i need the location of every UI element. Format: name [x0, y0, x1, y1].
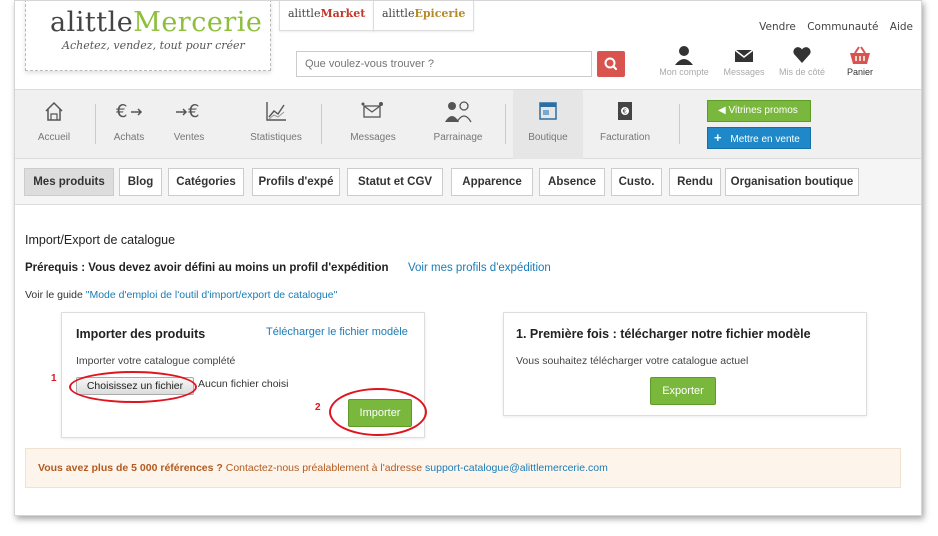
nav-parrainage[interactable]: Parrainage: [425, 90, 491, 160]
wishlist-button[interactable]: Mis de côté: [773, 45, 831, 77]
guide-line: Voir le guide "Mode d'emploi de l'outil …: [25, 289, 338, 301]
site-tab-market[interactable]: alittleMarket: [279, 1, 375, 31]
chart-icon: [266, 102, 286, 121]
support-email-link[interactable]: support-catalogue@alittlemercerie.com: [425, 462, 608, 474]
search-input[interactable]: [296, 51, 592, 77]
nav-ventes[interactable]: € Ventes: [167, 90, 211, 160]
annotation-number-2: 2: [315, 402, 321, 413]
subtab-custo[interactable]: Custo.: [611, 168, 662, 196]
svg-text:€: €: [116, 101, 127, 122]
nav-accueil[interactable]: Accueil: [29, 90, 79, 160]
import-box-text: Importer votre catalogue complété: [76, 355, 236, 367]
notice-text: Contactez-nous préalablement à l'adresse: [222, 462, 426, 474]
large-catalog-notice: Vous avez plus de 5 000 références ? Con…: [25, 448, 901, 488]
subtab-categories[interactable]: Catégories: [168, 168, 244, 196]
header: alittleMercerie Achetez, vendez, tout po…: [15, 1, 921, 89]
page-title: Import/Export de catalogue: [25, 233, 176, 247]
nav-divider: [95, 104, 96, 144]
link-aide[interactable]: Aide: [890, 21, 913, 33]
logo-slogan: Achetez, vendez, tout pour créer: [62, 39, 245, 52]
svg-text:€: €: [623, 108, 627, 116]
annotation-number-1: 1: [51, 373, 57, 384]
nav-facturation[interactable]: € Facturation: [593, 90, 657, 160]
messages-icon: [361, 102, 383, 118]
shop-subtabs: Mes produits Blog Catégories Profils d'e…: [15, 159, 921, 205]
subtab-profils-expe[interactable]: Profils d'expé: [252, 168, 340, 196]
referral-icon: [445, 101, 472, 123]
main-content: Import/Export de catalogue Prérequis : V…: [15, 206, 921, 515]
heart-icon: [793, 47, 811, 63]
subtab-absence[interactable]: Absence: [539, 168, 605, 196]
megaphone-icon: ◀: [718, 105, 726, 116]
guide-link[interactable]: "Mode d'emploi de l'outil d'import/expor…: [86, 289, 338, 301]
plus-icon: +: [714, 130, 722, 145]
notice-strong: Vous avez plus de 5 000 références ?: [38, 462, 223, 474]
export-box-title: 1. Première fois : télécharger notre fic…: [516, 327, 811, 341]
site-logo[interactable]: alittleMercerie Achetez, vendez, tout po…: [25, 1, 271, 71]
annotation-oval-1: [69, 371, 197, 403]
messages-button[interactable]: Messages: [715, 45, 773, 77]
shop-icon: [539, 102, 557, 120]
euro-in-icon: €: [176, 101, 199, 122]
subtab-rendu[interactable]: Rendu: [669, 168, 721, 196]
dashboard-nav: Accueil € Achats € Ventes Statistiques M…: [15, 89, 921, 160]
nav-boutique[interactable]: Boutique: [513, 90, 583, 160]
subtab-blog[interactable]: Blog: [119, 168, 162, 196]
export-button[interactable]: Exporter: [650, 377, 716, 405]
top-links: Vendre Communauté Aide: [751, 21, 913, 33]
annotation-oval-2: [329, 388, 427, 436]
subtab-mes-produits[interactable]: Mes produits: [24, 168, 114, 196]
shipping-profiles-link[interactable]: Voir mes profils d'expédition: [408, 262, 551, 274]
subtab-statut-cgv[interactable]: Statut et CGV: [347, 168, 443, 196]
user-icon: [675, 46, 693, 65]
euro-out-icon: €: [116, 101, 143, 122]
envelope-icon: [734, 49, 754, 62]
vitrines-promos-button[interactable]: ◀ Vitrines promos: [707, 100, 811, 122]
logo-main: Mercerie: [133, 7, 263, 38]
nav-divider: [321, 104, 322, 144]
subtab-organisation-boutique[interactable]: Organisation boutique: [725, 168, 859, 196]
site-tab-epicerie[interactable]: alittleEpicerie: [373, 1, 475, 31]
cart-button[interactable]: Panier: [831, 45, 889, 77]
home-icon: [45, 101, 63, 121]
search-icon: [604, 57, 618, 71]
account-button[interactable]: Mon compte: [655, 45, 713, 77]
subtab-apparence[interactable]: Apparence: [451, 168, 533, 196]
export-box-text: Vous souhaitez télécharger votre catalog…: [516, 355, 749, 367]
prerequisite-text: Prérequis : Vous devez avoir défini au m…: [25, 262, 389, 274]
svg-text:€: €: [188, 101, 199, 122]
import-box-title: Importer des produits: [76, 327, 206, 341]
search-button[interactable]: [597, 51, 625, 77]
nav-achats[interactable]: € Achats: [107, 90, 151, 160]
export-box: 1. Première fois : télécharger notre fic…: [503, 312, 867, 416]
download-template-link[interactable]: Télécharger le fichier modèle: [266, 326, 408, 338]
basket-icon: [850, 46, 870, 64]
mettre-en-vente-button[interactable]: + Mettre en vente: [707, 127, 811, 149]
no-file-label: Aucun fichier choisi: [198, 378, 289, 390]
nav-statistiques[interactable]: Statistiques: [241, 90, 311, 160]
nav-messages[interactable]: Messages: [343, 90, 403, 160]
logo-prefix: alittle: [50, 7, 134, 38]
page: alittleMercerie Achetez, vendez, tout po…: [14, 0, 922, 516]
link-vendre[interactable]: Vendre: [759, 21, 796, 33]
nav-divider: [679, 104, 680, 144]
invoice-icon: €: [618, 102, 632, 120]
link-communaute[interactable]: Communauté: [807, 21, 878, 33]
nav-divider: [505, 104, 506, 144]
